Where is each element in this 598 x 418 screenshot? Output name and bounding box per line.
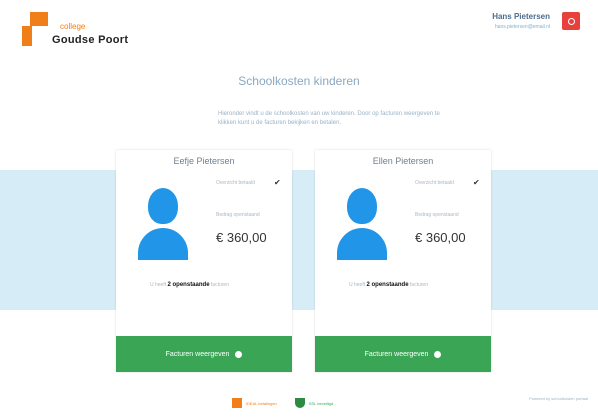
amount-value: € 360,00: [216, 230, 267, 245]
ideal-label: iDEAL betalingen: [246, 400, 277, 406]
open-invoices-text: U heeft 2 openstaande facturen: [349, 282, 428, 288]
ideal-logo: iDEAL betalingen: [232, 398, 277, 408]
child-card: Eefje Pietersen Overzicht betaald ✔ Bedr…: [116, 150, 292, 372]
chevron-right-icon: [434, 350, 442, 358]
open-invoices-text: U heeft 2 openstaande facturen: [150, 282, 229, 288]
open-prefix: U heeft: [349, 282, 366, 288]
footer-logos: iDEAL betalingen SSL beveiligd: [232, 398, 333, 408]
child-name: Ellen Pietersen: [372, 156, 434, 166]
child-name: Eefje Pietersen: [173, 156, 235, 166]
page-intro: Hieronder vindt u de schoolkosten van uw…: [218, 111, 440, 126]
amount-label: Bedrag openstaand: [216, 212, 260, 218]
background-band: [0, 170, 598, 310]
college-logo[interactable]: college Goudse Poort: [22, 12, 152, 52]
logo-mark-icon: [22, 12, 56, 46]
user-name: Hans Pietersen: [492, 12, 550, 21]
logo-small-text: college: [60, 22, 86, 31]
ssl-logo: SSL beveiligd: [294, 398, 334, 408]
check-icon: ✔: [473, 178, 480, 187]
chevron-right-icon: [235, 350, 243, 358]
user-email[interactable]: hans.pietersen@email.nl: [492, 24, 550, 30]
paid-label: Overzicht betaald: [415, 180, 454, 186]
open-suffix: facturen: [409, 282, 428, 288]
avatar-icon: [138, 188, 188, 260]
open-count: 2 openstaande: [167, 282, 210, 288]
open-suffix: facturen: [210, 282, 229, 288]
open-prefix: U heeft: [150, 282, 167, 288]
child-card: Ellen Pietersen Overzicht betaald ✔ Bedr…: [315, 150, 491, 372]
paid-label: Overzicht betaald: [216, 180, 255, 186]
ssl-label: SSL beveiligd: [308, 400, 334, 406]
show-invoices-button[interactable]: Facturen weergeven: [116, 336, 292, 372]
page-title: Schoolkosten kinderen: [238, 74, 360, 88]
open-count: 2 openstaande: [366, 282, 409, 288]
user-info: Hans Pietersen hans.pietersen@email.nl: [492, 12, 550, 30]
shield-icon: [294, 398, 305, 408]
show-invoices-button[interactable]: Facturen weergeven: [315, 336, 491, 372]
logo-big-text: Goudse Poort: [52, 34, 129, 46]
button-label: Facturen weergeven: [165, 350, 230, 358]
ideal-icon: [232, 398, 242, 408]
button-label: Facturen weergeven: [364, 350, 429, 358]
amount-value: € 360,00: [415, 230, 466, 245]
check-icon: ✔: [274, 178, 281, 187]
footer-note: Powered by schoolkosten portaal: [529, 396, 588, 401]
avatar-icon: [337, 188, 387, 260]
logout-icon[interactable]: [562, 12, 580, 30]
amount-label: Bedrag openstaand: [415, 212, 459, 218]
